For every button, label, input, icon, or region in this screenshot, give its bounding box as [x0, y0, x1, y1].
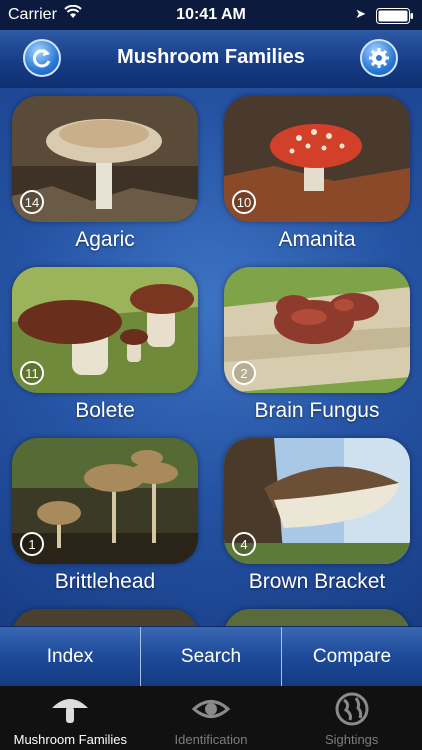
brain-fungus-photo: 2 [224, 267, 410, 393]
navigation-bar: Mushroom Families [0, 30, 422, 89]
family-name: Amanita [278, 228, 356, 251]
tab-sightings[interactable]: Sightings [281, 686, 422, 750]
index-button[interactable]: Index [0, 627, 141, 687]
count-badge: 11 [20, 361, 44, 385]
amanita-photo: 10 [224, 96, 410, 222]
family-name: Brown Bracket [248, 570, 386, 593]
mushroom-icon [52, 699, 89, 723]
partial-photo [12, 609, 198, 626]
brittlehead-photo: 1 [12, 438, 198, 564]
family-name: Agaric [75, 228, 135, 251]
count-badge: 2 [232, 361, 256, 385]
tab-bar: Mushroom Families Identification Sightin… [0, 686, 422, 750]
family-name: Brain Fungus [254, 399, 380, 422]
globe-icon [335, 692, 369, 726]
family-name: Brittlehead [54, 570, 156, 593]
bolete-photo: 11 [12, 267, 198, 393]
count-badge: 4 [232, 532, 256, 556]
family-card-brown-bracket[interactable]: 4 Brown Bracket [224, 438, 410, 594]
settings-button[interactable] [360, 39, 398, 77]
brown-bracket-photo: 4 [224, 438, 410, 564]
action-toolbar: Index Search Compare [0, 626, 422, 687]
family-card-bolete[interactable]: 11 Bolete [12, 267, 198, 423]
family-card-amanita[interactable]: 10 Amanita [224, 96, 410, 252]
families-grid: 14 Agaric 10 Amanita 11 Bolete 2 Brain F… [0, 88, 422, 626]
count-badge: 1 [20, 532, 44, 556]
eye-icon [191, 700, 231, 718]
family-card-brain-fungus[interactable]: 2 Brain Fungus [224, 267, 410, 423]
page-title: Mushroom Families [117, 46, 305, 68]
status-bar: Carrier 10:41 AM ➤ [0, 0, 422, 30]
family-card-brittlehead[interactable]: 1 Brittlehead [12, 438, 198, 594]
tab-label: Identification [174, 732, 248, 747]
search-button[interactable]: Search [141, 627, 282, 687]
tab-mushroom-families[interactable]: Mushroom Families [0, 686, 141, 750]
location-arrow-icon: ➤ [355, 6, 366, 21]
family-card-agaric[interactable]: 14 Agaric [12, 96, 198, 252]
battery-icon [376, 8, 413, 24]
tab-label: Mushroom Families [13, 732, 128, 747]
family-card-partial[interactable] [12, 609, 198, 626]
compare-button[interactable]: Compare [282, 627, 422, 687]
tab-label: Sightings [324, 732, 379, 747]
agaric-photo: 14 [12, 96, 198, 222]
gear-icon [369, 48, 389, 68]
family-card-partial[interactable] [224, 609, 410, 626]
count-badge: 14 [20, 190, 44, 214]
partial-photo [224, 609, 410, 626]
tab-identification[interactable]: Identification [141, 686, 282, 750]
count-badge: 10 [232, 190, 256, 214]
family-name: Bolete [75, 399, 135, 422]
